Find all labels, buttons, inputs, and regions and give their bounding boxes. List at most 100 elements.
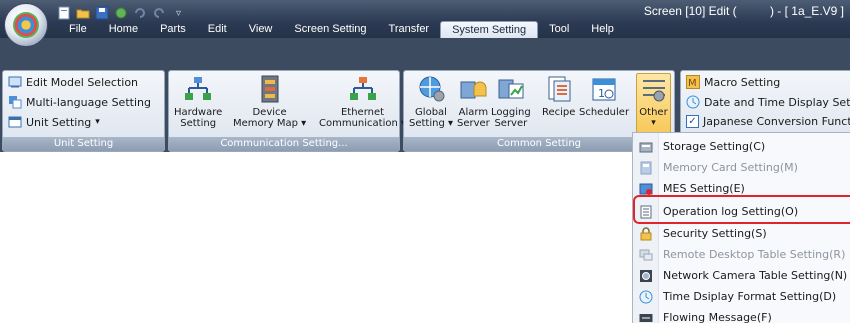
clock-icon — [638, 289, 654, 305]
date-time-display-setting-label: Date and Time Display Setting — [704, 95, 850, 109]
japanese-conversion-checkbox[interactable]: ✓ — [686, 115, 699, 128]
alarm-server-label-1: Alarm — [458, 107, 489, 118]
settings-slider-icon — [642, 80, 665, 102]
menu-item-label: Network Camera Table Setting(N) — [663, 269, 848, 282]
undo-icon[interactable] — [132, 5, 148, 21]
tab-home[interactable]: Home — [98, 21, 149, 38]
logging-server-label-2: Server — [494, 118, 528, 129]
unit-setting-label: Unit Setting — [26, 115, 92, 129]
global-setting-label-2: Setting ▾ — [409, 118, 454, 129]
multi-language-setting-button[interactable]: Multi-language Setting — [8, 95, 151, 109]
hardware-setting-button[interactable]: Hardware Setting — [174, 74, 222, 129]
communication-setting-group-label: Communication Setting... — [169, 137, 399, 151]
menu-item-label: Flowing Message(F) — [663, 311, 772, 324]
other-dropdown-icon: ▾ — [651, 118, 656, 128]
svg-text:1: 1 — [598, 87, 605, 100]
recipe-label: Recipe — [542, 107, 576, 118]
lock-icon — [638, 226, 654, 242]
menu-item-security-setting[interactable]: Security Setting(S) — [633, 224, 850, 243]
svg-text:M: M — [688, 78, 697, 89]
hardware-setting-label-2: Setting — [180, 118, 217, 129]
tab-file[interactable]: File — [58, 21, 98, 38]
japanese-conversion-function-toggle[interactable]: ✓ Japanese Conversion Function — [686, 115, 850, 128]
app-logo-icon — [13, 12, 39, 38]
menu-item-label: MES Setting(E) — [663, 182, 745, 195]
save-icon[interactable] — [94, 5, 110, 21]
menu-item-label: Storage Setting(C) — [663, 140, 766, 153]
menu-item-time-display-format-setting[interactable]: Time Dsiplay Format Setting(D) — [633, 287, 850, 306]
tab-edit[interactable]: Edit — [197, 21, 238, 38]
new-file-icon[interactable] — [56, 5, 72, 21]
menu-item-label: Memory Card Setting(M) — [663, 161, 798, 174]
recipe-button[interactable]: Recipe — [542, 74, 575, 118]
global-setting-button[interactable]: Global Setting ▾ — [409, 74, 453, 129]
global-setting-label-1: Global — [415, 107, 447, 118]
message-icon — [638, 310, 654, 326]
calendar-icon: 1 — [592, 78, 616, 101]
tab-view[interactable]: View — [238, 21, 284, 38]
device-memory-map-label-2: Memory Map ▾ — [233, 118, 307, 129]
redo-icon[interactable] — [151, 5, 167, 21]
network-hardware-icon — [185, 77, 212, 100]
tab-transfer[interactable]: Transfer — [378, 21, 441, 38]
other-button[interactable]: Other ▾ — [636, 73, 671, 133]
tab-help[interactable]: Help — [580, 21, 625, 38]
unit-setting-group: Edit Model Selection Multi-language Sett… — [2, 70, 165, 152]
menu-item-storage-setting[interactable]: Storage Setting(C) — [633, 137, 850, 156]
multi-language-setting-label: Multi-language Setting — [26, 95, 151, 109]
menu-item-network-camera-table-setting[interactable]: Network Camera Table Setting(N) — [633, 266, 850, 285]
menu-item-label: Security Setting(S) — [663, 227, 767, 240]
preview-icon[interactable] — [113, 5, 129, 21]
edit-model-selection-label: Edit Model Selection — [26, 75, 139, 89]
globe-gear-icon — [419, 76, 445, 102]
ethernet-communication-label-1: Ethernet — [340, 107, 385, 118]
storage-icon — [638, 139, 654, 155]
other-label: Other — [639, 107, 668, 118]
chevron-down-icon: ▾ — [95, 117, 100, 127]
menu-item-remote-desktop-table-setting[interactable]: Remote Desktop Table Setting(R) — [633, 245, 850, 264]
highlight-annotation — [633, 195, 850, 224]
title-bar: ▿ Screen [10] Edit ( ) - [ 1a_E.V9 ] Fil… — [0, 0, 850, 47]
edit-model-icon — [8, 75, 22, 89]
menu-item-memory-card-setting[interactable]: Memory Card Setting(M) — [633, 158, 850, 177]
open-folder-icon[interactable] — [75, 5, 91, 21]
alarm-server-icon — [460, 81, 487, 99]
logging-server-button[interactable]: Logging Server — [491, 74, 531, 129]
recipe-icon — [548, 76, 571, 102]
menu-item-label: Time Dsiplay Format Setting(D) — [663, 290, 837, 303]
unit-setting-icon — [8, 115, 22, 129]
hardware-setting-label-1: Hardware — [174, 107, 223, 118]
other-dropdown-menu: Storage Setting(C) Memory Card Setting(M… — [632, 132, 850, 324]
menu-item-flowing-message[interactable]: Flowing Message(F) — [633, 308, 850, 327]
tab-screen-setting[interactable]: Screen Setting — [283, 21, 377, 38]
quick-access-toolbar: ▿ — [56, 5, 181, 21]
alarm-server-button[interactable]: Alarm Server — [457, 74, 490, 129]
unit-setting-button[interactable]: Unit Setting ▾ — [8, 115, 100, 129]
logging-server-label-1: Logging — [491, 107, 531, 118]
tab-tool[interactable]: Tool — [538, 21, 580, 38]
japanese-conversion-function-label: Japanese Conversion Function — [703, 115, 850, 128]
tab-system-setting[interactable]: System Setting — [440, 21, 539, 38]
ethernet-communication-button[interactable]: Ethernet Communication ▾ — [319, 74, 406, 129]
window-title: Screen [10] Edit ( ) - [ 1a_E.V9 ] — [643, 4, 844, 18]
tab-parts[interactable]: Parts — [149, 21, 197, 38]
alarm-server-label-2: Server — [457, 118, 490, 129]
remote-desktop-icon — [638, 247, 654, 263]
edit-model-selection-button[interactable]: Edit Model Selection — [8, 75, 138, 89]
application-orb-button[interactable] — [4, 3, 48, 47]
macro-setting-button[interactable]: M Macro Setting — [686, 75, 780, 89]
date-time-display-setting-button[interactable]: Date and Time Display Setting — [686, 95, 850, 109]
ethernet-communication-label-2: Communication ▾ — [319, 118, 407, 129]
scheduler-button[interactable]: 1 Scheduler — [579, 74, 629, 118]
device-memory-map-label-1: Device — [252, 107, 287, 118]
communication-setting-group: Hardware Setting Device Memory Map ▾ Eth… — [168, 70, 406, 152]
ribbon-tabs: File Home Parts Edit View Screen Setting… — [58, 21, 625, 38]
unit-setting-group-label: Unit Setting — [3, 137, 164, 151]
device-memory-icon — [261, 75, 279, 103]
camera-icon — [638, 268, 654, 284]
scheduler-label: Scheduler — [579, 107, 630, 118]
device-memory-map-button[interactable]: Device Memory Map ▾ — [233, 74, 306, 129]
multi-language-icon — [8, 95, 22, 109]
clock-icon — [686, 95, 700, 109]
qat-customize-icon[interactable]: ▿ — [176, 8, 181, 19]
